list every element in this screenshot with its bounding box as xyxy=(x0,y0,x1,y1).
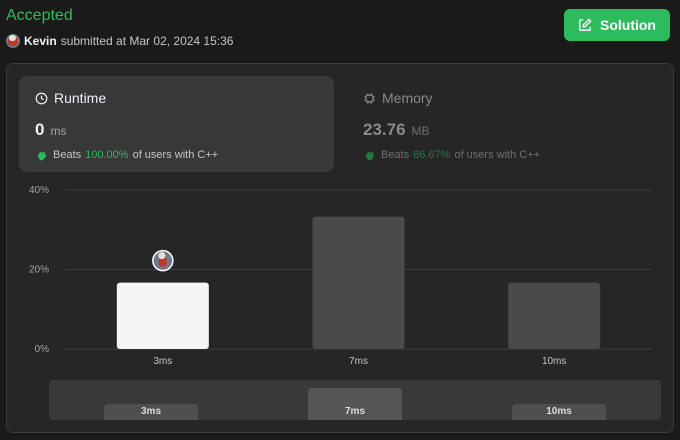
navigator-bar-label: 7ms xyxy=(344,406,365,417)
solution-button[interactable]: Solution xyxy=(564,9,670,41)
navigator-bar[interactable]: 10ms xyxy=(512,404,606,420)
solution-button-label: Solution xyxy=(600,17,656,33)
chart-bar[interactable] xyxy=(312,216,405,349)
navigator-bar-label: 10ms xyxy=(546,406,572,417)
submission-header: Accepted Kevin submitted at Mar 02, 2024… xyxy=(6,6,233,48)
chart-bar[interactable] xyxy=(116,282,209,349)
chart-bar[interactable] xyxy=(508,282,601,349)
edit-icon xyxy=(579,18,592,31)
status-label: Accepted xyxy=(6,7,73,24)
username-link[interactable]: Kevin xyxy=(24,34,57,48)
navigator-bar-label: 3ms xyxy=(140,406,161,417)
navigator-bar[interactable]: 3ms xyxy=(104,404,198,420)
navigator-bar[interactable]: 7ms xyxy=(308,388,402,420)
avatar[interactable] xyxy=(6,34,20,48)
x-tick-label: 10ms xyxy=(542,356,566,367)
y-tick-label: 0% xyxy=(35,344,50,355)
submission-meta: Kevin submitted at Mar 02, 2024 15:36 xyxy=(6,34,233,48)
results-panel: Runtime 0 ms Beats 100.00% of users with… xyxy=(6,63,674,433)
x-tick-label: 7ms xyxy=(349,356,368,367)
y-tick-label: 40% xyxy=(29,185,49,196)
x-tick-label: 3ms xyxy=(153,356,172,367)
distribution-navigator[interactable]: 3ms 7ms 10ms xyxy=(49,380,661,420)
y-tick-label: 20% xyxy=(29,265,49,276)
submitted-text: submitted at Mar 02, 2024 15:36 xyxy=(60,34,234,48)
runtime-distribution-chart: 0% 20% 40% 3ms 7ms 10ms xyxy=(29,185,652,367)
user-position-avatar xyxy=(152,249,174,272)
